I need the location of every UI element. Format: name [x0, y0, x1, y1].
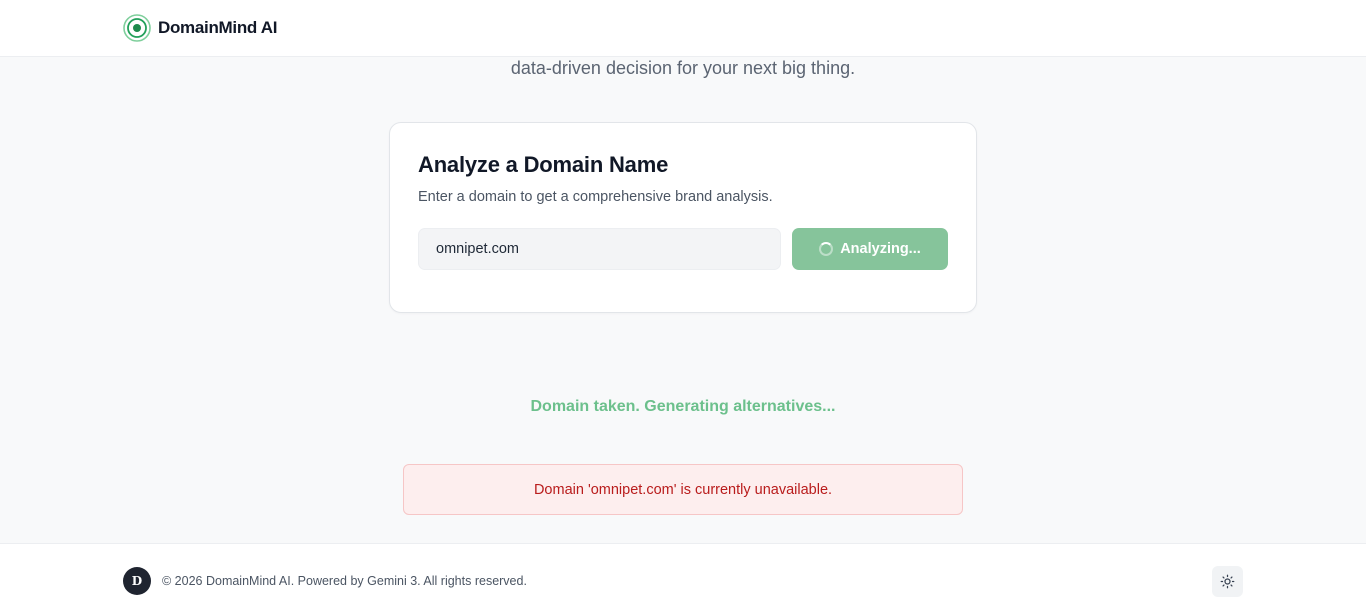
theme-toggle-button[interactable] [1212, 566, 1243, 597]
status-message: Domain taken. Generating alternatives... [530, 398, 836, 415]
card-description: Enter a domain to get a comprehensive br… [418, 189, 773, 205]
brand-logo-link[interactable]: DomainMind AI [123, 14, 277, 42]
sun-icon [1220, 574, 1235, 589]
brand-name: DomainMind AI [158, 18, 278, 37]
hero-subtitle: data-driven decision for your next big t… [510, 58, 856, 78]
domain-input[interactable] [418, 228, 781, 270]
spinner-icon [819, 242, 834, 256]
app-header: DomainMind AI [0, 0, 1366, 57]
avatar: D [123, 567, 151, 595]
card-title: Analyze a Domain Name [418, 152, 669, 177]
app-footer: D © 2026 DomainMind AI. Powered by Gemin… [0, 543, 1366, 597]
error-alert: Domain 'omnipet.com' is currently unavai… [403, 464, 963, 515]
error-message: Domain 'omnipet.com' is currently unavai… [533, 481, 833, 498]
footer-copyright: © 2026 DomainMind AI. Powered by Gemini … [162, 574, 527, 588]
analyzer-card: Analyze a Domain Name Enter a domain to … [389, 122, 977, 313]
radar-target-icon [123, 14, 151, 42]
analyze-button-label: Analyzing... [840, 241, 921, 257]
analyze-button[interactable]: Analyzing... [792, 228, 948, 270]
